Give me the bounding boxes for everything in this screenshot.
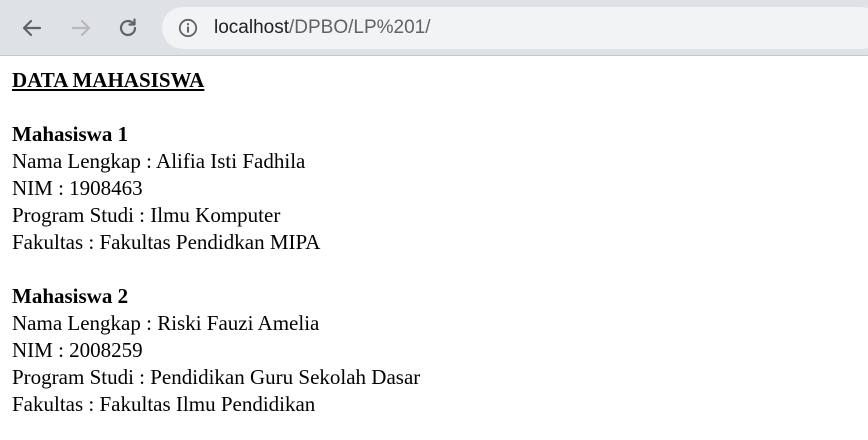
student-fakultas: Fakultas : Fakultas Ilmu Pendidikan bbox=[12, 392, 316, 416]
page-content: DATA MAHASISWA Mahasiswa 1 Nama Lengkap … bbox=[12, 67, 420, 418]
url-host: localhost bbox=[214, 17, 289, 38]
student-fakultas: Fakultas : Fakultas Pendidkan MIPA bbox=[12, 230, 321, 254]
arrow-left-icon bbox=[22, 19, 42, 37]
reload-icon bbox=[119, 18, 137, 37]
student-block: Mahasiswa 2 Nama Lengkap : Riski Fauzi A… bbox=[12, 283, 420, 418]
url-path: /DPBO/LP%201/ bbox=[289, 17, 431, 38]
back-button[interactable] bbox=[16, 12, 48, 44]
student-nim: NIM : 1908463 bbox=[12, 176, 143, 200]
student-prodi: Program Studi : Pendidikan Guru Sekolah … bbox=[12, 365, 421, 389]
student-name: Nama Lengkap : Alifia Isti Fadhila bbox=[12, 149, 306, 173]
reload-button[interactable] bbox=[112, 12, 144, 44]
student-title: Mahasiswa 2 bbox=[12, 284, 129, 308]
browser-toolbar: localhost/DPBO/LP%201/ bbox=[0, 0, 868, 56]
arrow-right-icon bbox=[71, 19, 91, 37]
student-nim: NIM : 2008259 bbox=[12, 338, 143, 362]
forward-button[interactable] bbox=[65, 12, 97, 44]
url-text[interactable]: localhost/DPBO/LP%201/ bbox=[214, 15, 431, 41]
student-prodi: Program Studi : Ilmu Komputer bbox=[12, 203, 281, 227]
student-title: Mahasiswa 1 bbox=[12, 122, 129, 146]
student-name: Nama Lengkap : Riski Fauzi Amelia bbox=[12, 311, 320, 335]
student-block: Mahasiswa 1 Nama Lengkap : Alifia Isti F… bbox=[12, 121, 420, 256]
info-icon[interactable] bbox=[178, 18, 198, 38]
page-title: DATA MAHASISWA bbox=[12, 68, 205, 92]
address-bar[interactable]: localhost/DPBO/LP%201/ bbox=[162, 7, 868, 49]
